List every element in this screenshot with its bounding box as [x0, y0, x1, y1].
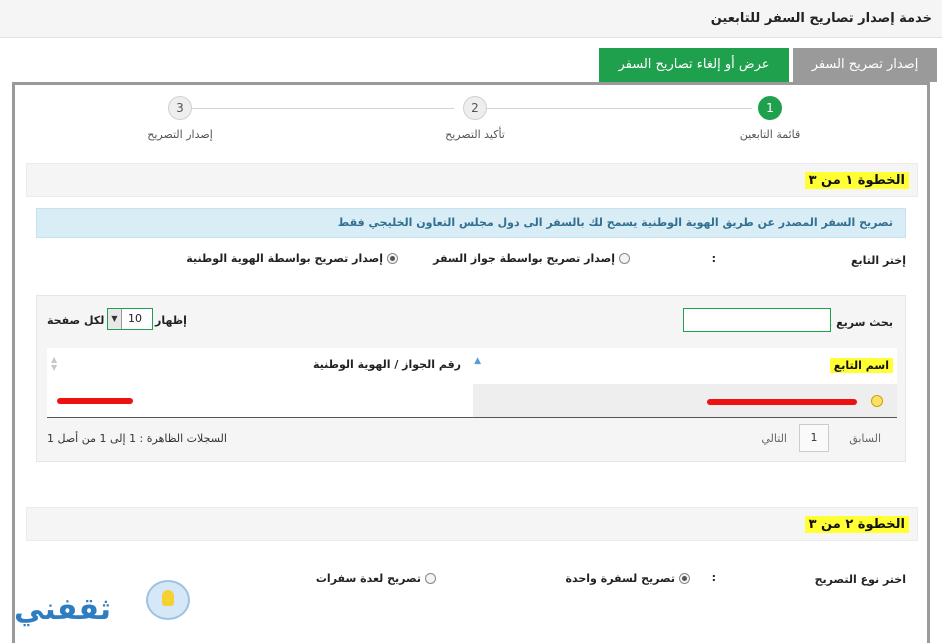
- wizard-step-1-label: قائمة التابعين: [739, 128, 801, 141]
- sort-both-icon[interactable]: ▲ ▼: [51, 356, 57, 372]
- sort-asc-icon[interactable]: ▲: [474, 356, 481, 366]
- radio-single-trip[interactable]: [679, 573, 690, 584]
- page-title: خدمة إصدار تصاريح السفر للتابعين: [710, 11, 932, 26]
- column-passport-id[interactable]: رقم الجواز / الهوية الوطنية: [313, 358, 461, 371]
- table-row[interactable]: [47, 384, 897, 418]
- wizard-connector: [184, 108, 454, 109]
- option-single-trip[interactable]: تصريح لسفرة واحدة: [565, 572, 690, 585]
- wizard-step-3-label: إصدار التصريح: [147, 128, 213, 141]
- page-size-select[interactable]: ▼ 10: [107, 308, 153, 330]
- step1-header: الخطوة ١ من ٣: [26, 163, 918, 197]
- radio-national-id[interactable]: [387, 253, 398, 264]
- colon: :: [711, 252, 716, 265]
- tab-view-cancel-permits[interactable]: عرض أو إلغاء تصاريح السفر: [599, 48, 789, 82]
- option-national-id[interactable]: إصدار تصريح بواسطة الهوية الوطنية: [186, 252, 398, 265]
- quick-search-label: بحث سريع :: [827, 316, 893, 329]
- wizard-step-3-circle: 3: [168, 96, 192, 120]
- watermark-text: ثقفني: [14, 592, 112, 627]
- radio-multi-trip[interactable]: [425, 573, 436, 584]
- step2-title: الخطوة ٢ من ٣: [804, 516, 909, 533]
- radio-passport[interactable]: [619, 253, 630, 264]
- step2-header: الخطوة ٢ من ٣: [26, 507, 918, 541]
- quick-search-input[interactable]: [683, 308, 831, 332]
- step1-title: الخطوة ١ من ٣: [804, 172, 909, 189]
- info-message: تصريح السفر المصدر عن طريق الهوية الوطني…: [36, 208, 906, 238]
- page-size-value: 10: [128, 312, 142, 325]
- pager-page-1[interactable]: 1: [799, 424, 829, 452]
- choose-permit-type-label: اختر نوع التصريح: [814, 573, 906, 586]
- table-header-row: اسم التابع ▲ رقم الجواز / الهوية الوطنية…: [47, 348, 897, 384]
- wizard-step-2-circle: 2: [463, 96, 487, 120]
- option-multi-trip[interactable]: تصريح لعدة سفرات: [316, 572, 436, 585]
- tab-issue-permit[interactable]: إصدار تصريح السفر: [793, 48, 937, 82]
- watermark-logo: ثقفني: [14, 578, 190, 638]
- wizard-connector: [482, 108, 752, 109]
- pager-prev[interactable]: السابق: [849, 432, 881, 445]
- chevron-down-icon[interactable]: ▼: [108, 309, 122, 329]
- option-passport[interactable]: إصدار تصريح بواسطة جواز السفر: [433, 252, 630, 265]
- option-single-trip-label: تصريح لسفرة واحدة: [565, 572, 676, 585]
- option-national-id-label: إصدار تصريح بواسطة الهوية الوطنية: [186, 252, 383, 265]
- wizard-step-2-label: تأكيد التصريح: [445, 128, 505, 141]
- colon: :: [711, 571, 716, 584]
- show-label: إظهار: [155, 314, 187, 327]
- dependent-name-cell: [473, 384, 897, 417]
- redacted-name: [707, 399, 857, 405]
- dependents-table-panel: بحث سريع : إظهار ▼ 10 لكل صفحة اسم التاب…: [36, 295, 906, 462]
- redacted-id: [57, 398, 133, 404]
- per-page-label: لكل صفحة: [47, 314, 105, 327]
- lightbulb-icon: [146, 580, 190, 620]
- pager-next[interactable]: التالي: [761, 432, 787, 445]
- option-multi-trip-label: تصريح لعدة سفرات: [315, 572, 421, 585]
- wizard-step-1-circle: 1: [758, 96, 782, 120]
- page-header: خدمة إصدار تصاريح السفر للتابعين: [0, 0, 942, 38]
- dependent-icon: [871, 395, 883, 407]
- records-info: السجلات الظاهرة : 1 إلى 1 من أصل 1: [47, 432, 227, 445]
- option-passport-label: إصدار تصريح بواسطة جواز السفر: [433, 252, 615, 265]
- column-dependent-name[interactable]: اسم التابع: [829, 358, 893, 373]
- choose-dependent-label: إختر التابع: [850, 254, 906, 267]
